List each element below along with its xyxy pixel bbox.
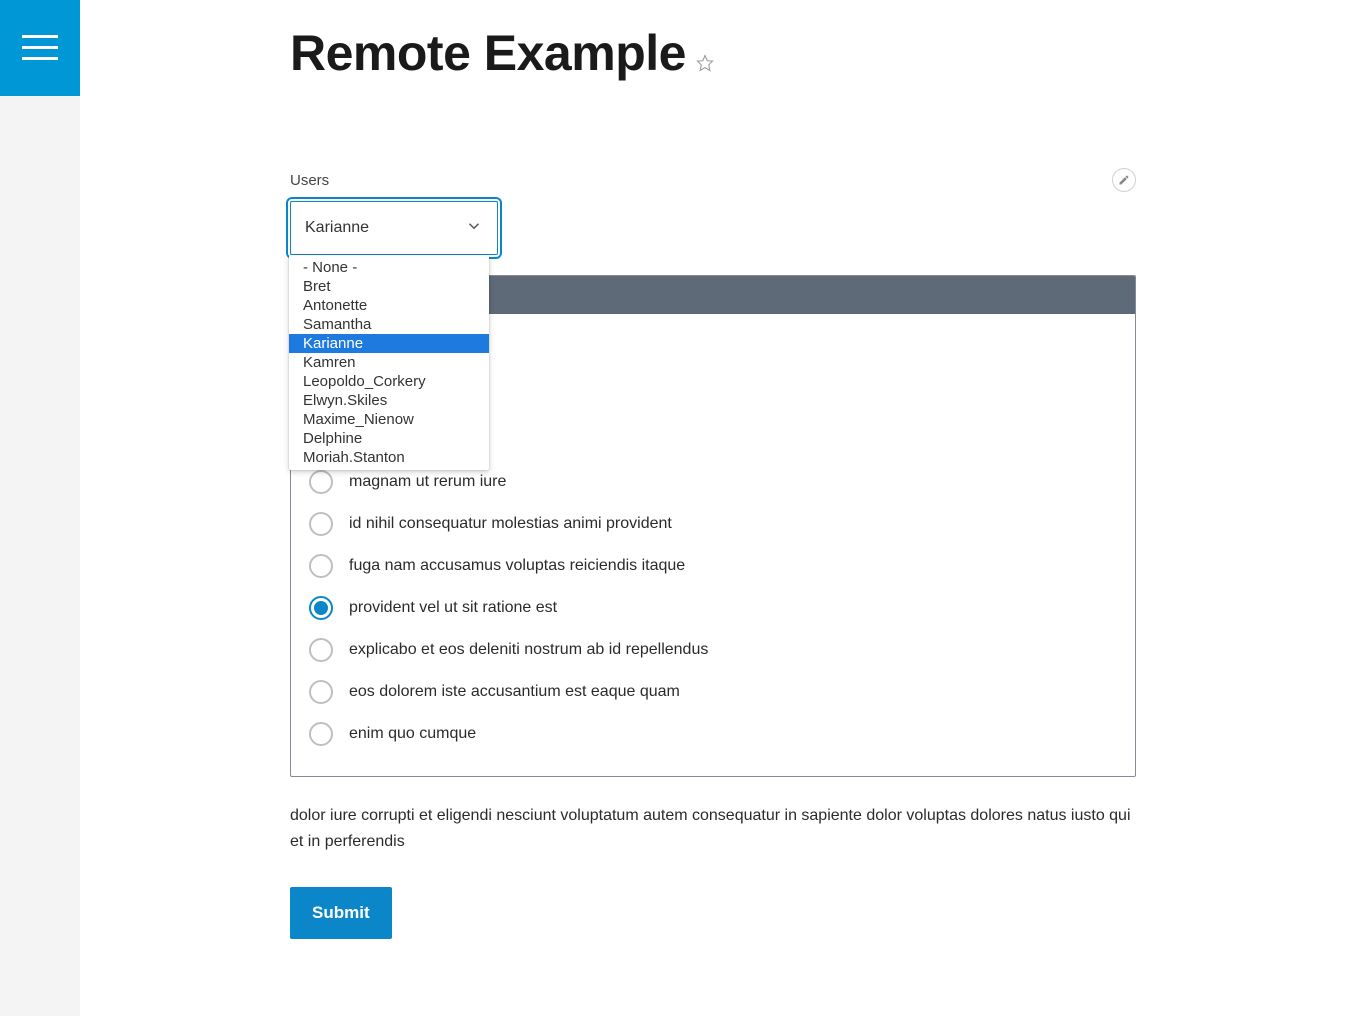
users-label: Users	[290, 172, 1136, 189]
users-option[interactable]: Leopoldo_Corkery	[289, 372, 489, 391]
hamburger-icon	[22, 35, 58, 61]
users-option[interactable]: Antonette	[289, 296, 489, 315]
main-content: Remote Example Users Karianne - None	[290, 24, 1136, 939]
radio-button[interactable]	[309, 512, 333, 536]
radio-row: id nihil consequatur molestias animi pro…	[309, 512, 1117, 536]
users-option[interactable]: Karianne	[289, 334, 489, 353]
radio-label: eos dolorem iste accusantium est eaque q…	[349, 683, 680, 701]
users-option[interactable]: Maxime_Nienow	[289, 410, 489, 429]
radio-button[interactable]	[309, 680, 333, 704]
users-option[interactable]: Samantha	[289, 315, 489, 334]
radio-button[interactable]	[309, 722, 333, 746]
radio-button[interactable]	[309, 554, 333, 578]
users-option[interactable]: Kamren	[289, 353, 489, 372]
radio-row: provident vel ut sit ratione est	[309, 596, 1117, 620]
radio-label: magnam ut rerum iure	[349, 473, 506, 491]
page-title: Remote Example	[290, 24, 686, 82]
hamburger-menu-button[interactable]	[0, 0, 80, 96]
radio-row: eos dolorem iste accusantium est eaque q…	[309, 680, 1117, 704]
users-dropdown[interactable]: - None -BretAntonetteSamanthaKarianneKam…	[289, 255, 489, 470]
radio-label: fuga nam accusamus voluptas reiciendis i…	[349, 557, 685, 575]
edit-icon[interactable]	[1112, 168, 1136, 192]
users-option[interactable]: Moriah.Stanton	[289, 448, 489, 467]
star-icon[interactable]	[696, 54, 714, 77]
radio-button[interactable]	[309, 638, 333, 662]
users-option[interactable]: Bret	[289, 277, 489, 296]
users-option[interactable]: - None -	[289, 258, 489, 277]
radio-button[interactable]	[309, 470, 333, 494]
users-option[interactable]: Delphine	[289, 429, 489, 448]
left-sidebar	[0, 0, 80, 1016]
radio-row: magnam ut rerum iure	[309, 470, 1117, 494]
radio-label: provident vel ut sit ratione est	[349, 599, 557, 617]
radio-row: explicabo et eos deleniti nostrum ab id …	[309, 638, 1117, 662]
chevron-down-icon	[465, 217, 483, 240]
radio-row: fuga nam accusamus voluptas reiciendis i…	[309, 554, 1117, 578]
radio-button[interactable]	[309, 596, 333, 620]
body-text: dolor iure corrupti et eligendi nesciunt…	[290, 803, 1136, 855]
radio-row: enim quo cumque	[309, 722, 1117, 746]
radio-label: enim quo cumque	[349, 725, 476, 743]
users-option[interactable]: Elwyn.Skiles	[289, 391, 489, 410]
users-select-value: Karianne	[305, 219, 369, 237]
radio-label: id nihil consequatur molestias animi pro…	[349, 515, 672, 533]
submit-button[interactable]: Submit	[290, 887, 392, 939]
radio-label: explicabo et eos deleniti nostrum ab id …	[349, 641, 708, 659]
users-select[interactable]: Karianne	[290, 201, 498, 255]
